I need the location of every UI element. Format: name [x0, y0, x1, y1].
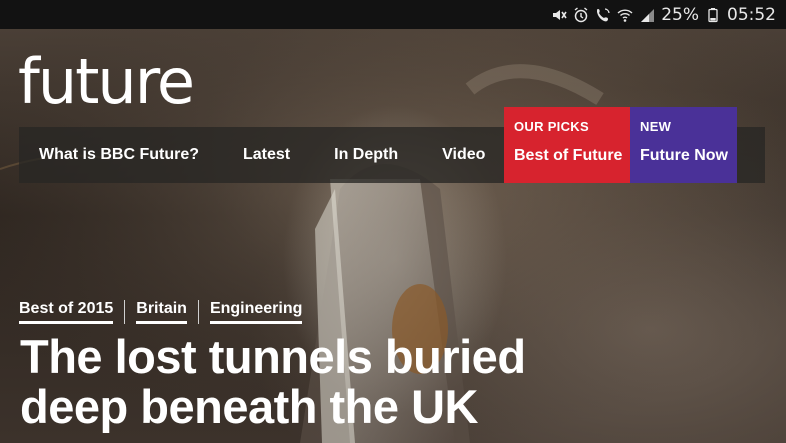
- nav-item-in-depth[interactable]: In Depth: [334, 146, 398, 164]
- tag-britain[interactable]: Britain: [136, 300, 187, 324]
- tag-engineering[interactable]: Engineering: [209, 300, 303, 324]
- status-time: 05:52: [727, 4, 776, 25]
- article-headline[interactable]: The lost tunnels buried deep beneath the…: [20, 332, 580, 432]
- call-icon: [595, 7, 611, 23]
- future-logo[interactable]: future: [18, 51, 195, 113]
- article-tags: Best of 2015 Britain Engineering: [19, 300, 303, 324]
- headline-line-2: deep beneath the UK: [20, 380, 478, 433]
- signal-icon: [639, 7, 655, 23]
- our-picks-kicker: OUR PICKS: [514, 119, 589, 134]
- hero-image: future What is BBC Future? Latest In Dep…: [0, 29, 786, 443]
- future-now-button[interactable]: NEW Future Now: [630, 107, 737, 183]
- nav-item-latest[interactable]: Latest: [243, 146, 290, 164]
- headline-line-1: The lost tunnels buried: [20, 330, 526, 383]
- wifi-icon: [617, 7, 633, 23]
- tag-best-of-2015[interactable]: Best of 2015: [19, 300, 114, 324]
- battery-percent: 25%: [661, 4, 699, 25]
- tag-divider: [197, 300, 199, 324]
- our-picks-title: Best of Future: [514, 147, 623, 164]
- status-bar: 25% 05:52: [0, 0, 786, 29]
- our-picks-button[interactable]: OUR PICKS Best of Future: [504, 107, 630, 183]
- battery-icon: [705, 7, 721, 23]
- tag-divider: [124, 300, 126, 324]
- future-now-kicker: NEW: [640, 119, 672, 134]
- alarm-icon: [573, 6, 589, 23]
- future-now-title: Future Now: [640, 147, 728, 164]
- nav-item-what-is-bbc-future[interactable]: What is BBC Future?: [39, 146, 199, 164]
- mute-icon: [551, 7, 567, 23]
- nav-item-video[interactable]: Video: [442, 146, 485, 164]
